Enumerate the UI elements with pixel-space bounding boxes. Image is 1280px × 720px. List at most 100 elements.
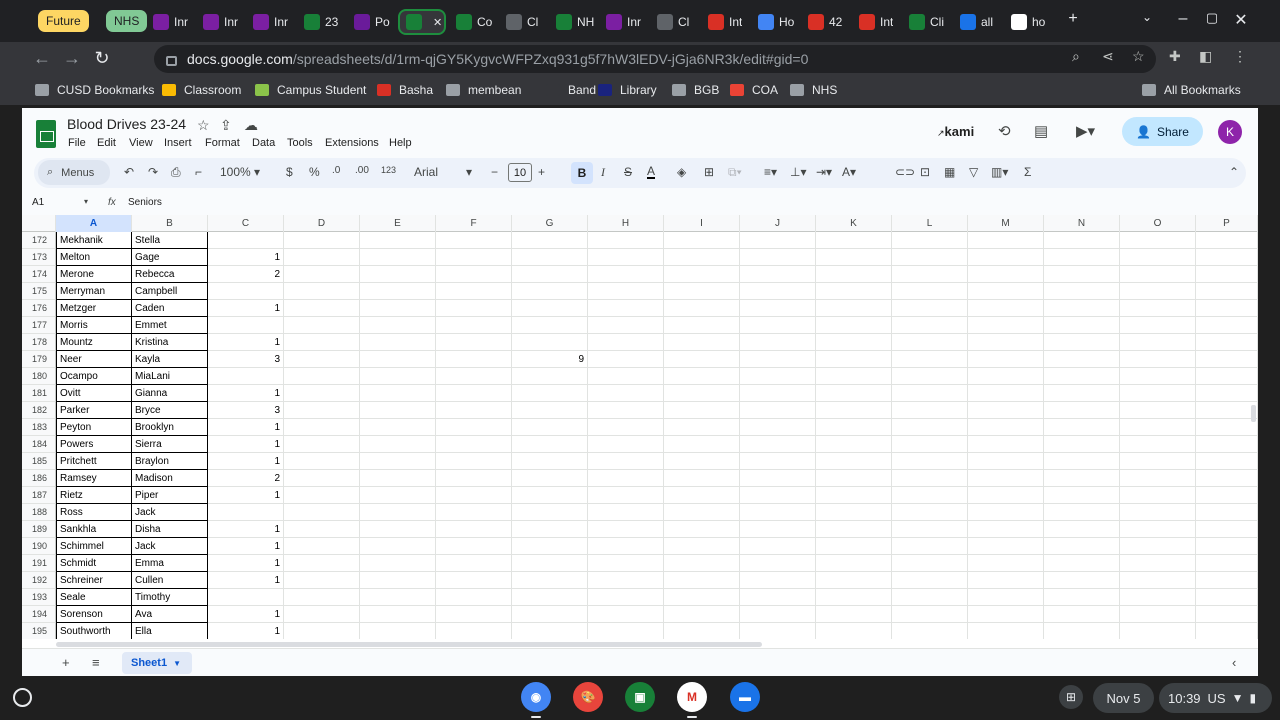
grid-cell[interactable] <box>284 470 360 487</box>
cell-first-name[interactable]: Gianna <box>132 385 208 402</box>
grid-cell[interactable] <box>1044 283 1120 300</box>
grid-cell[interactable] <box>436 623 512 639</box>
grid-cell[interactable] <box>360 300 436 317</box>
grid-cell[interactable] <box>284 521 360 538</box>
grid-cell[interactable] <box>816 623 892 639</box>
grid-cell[interactable] <box>588 555 664 572</box>
grid-cell[interactable] <box>1044 334 1120 351</box>
grid-cell[interactable] <box>1044 266 1120 283</box>
grid-cell[interactable] <box>740 334 816 351</box>
cell-count[interactable]: 3 <box>208 351 284 368</box>
grid-cell[interactable] <box>588 623 664 639</box>
decrease-font-size-icon[interactable]: − <box>491 165 498 179</box>
sheet-tab-sheet1[interactable]: Sheet1 ▼ <box>122 652 192 674</box>
row-header[interactable]: 190 <box>22 538 56 555</box>
grid-cell[interactable] <box>360 368 436 385</box>
grid-cell[interactable] <box>740 232 816 249</box>
grid-cell[interactable] <box>968 521 1044 538</box>
cell-first-name[interactable]: Madison <box>132 470 208 487</box>
grid-cell[interactable] <box>360 249 436 266</box>
grid-cell[interactable] <box>1044 572 1120 589</box>
gmail-app-icon[interactable]: M <box>677 682 707 712</box>
canvas-icon[interactable]: 🎨 <box>573 682 603 712</box>
cell-count[interactable]: 1 <box>208 572 284 589</box>
cell-last-name[interactable]: Sorenson <box>56 606 132 623</box>
grid-cell[interactable] <box>968 385 1044 402</box>
grid-cell[interactable] <box>1196 402 1258 419</box>
grid-cell[interactable] <box>1120 351 1196 368</box>
grid-cell[interactable] <box>1120 232 1196 249</box>
status-tray[interactable]: 10:39 US ▼ ▮ <box>1159 683 1272 713</box>
close-window-icon[interactable]: ✕ <box>1230 10 1252 30</box>
kami-button[interactable]: ↗kami <box>937 124 974 139</box>
grid-cell[interactable] <box>436 402 512 419</box>
row-header[interactable]: 188 <box>22 504 56 521</box>
cell-first-name[interactable]: Braylon <box>132 453 208 470</box>
redo-icon[interactable]: ↷ <box>148 165 158 179</box>
grid-cell[interactable] <box>512 589 588 606</box>
column-header[interactable]: C <box>208 215 284 232</box>
spreadsheet-grid[interactable]: ABCDEFGHIJKLMNOP 172 Mekhanik Stella 173 Mel… <box>22 215 1258 639</box>
cell-last-name[interactable]: Ovitt <box>56 385 132 402</box>
grid-cell[interactable] <box>1120 249 1196 266</box>
grid-cell[interactable] <box>1044 317 1120 334</box>
name-box[interactable]: A1 <box>32 197 44 208</box>
browser-tab[interactable]: Co <box>450 9 498 35</box>
grid-cell[interactable] <box>360 402 436 419</box>
grid-cell[interactable] <box>664 419 740 436</box>
grid-cell[interactable] <box>436 283 512 300</box>
grid-cell[interactable] <box>436 606 512 623</box>
grid-cell[interactable] <box>512 572 588 589</box>
grid-cell[interactable] <box>816 589 892 606</box>
grid-cell[interactable] <box>892 521 968 538</box>
grid-cell[interactable] <box>740 283 816 300</box>
grid-cell[interactable] <box>1044 368 1120 385</box>
bookmark-item[interactable]: COA <box>730 83 778 97</box>
minimize-window-icon[interactable]: – <box>1172 10 1194 28</box>
menu-item[interactable]: Edit <box>97 137 116 149</box>
grid-cell[interactable] <box>588 385 664 402</box>
currency-format-button[interactable]: $ <box>286 165 293 179</box>
grid-cell[interactable] <box>1120 487 1196 504</box>
browser-tab[interactable]: Cl <box>651 9 699 35</box>
grid-cell[interactable] <box>360 334 436 351</box>
grid-cell[interactable] <box>284 589 360 606</box>
grid-cell[interactable] <box>1196 419 1258 436</box>
grid-cell[interactable] <box>1196 453 1258 470</box>
grid-cell[interactable] <box>1120 572 1196 589</box>
menu-item[interactable]: Data <box>252 137 275 149</box>
grid-cell[interactable] <box>1196 589 1258 606</box>
cell-first-name[interactable]: Emmet <box>132 317 208 334</box>
grid-cell[interactable] <box>892 538 968 555</box>
holding-space-icon[interactable]: ⊞ <box>1059 685 1083 709</box>
column-header[interactable]: L <box>892 215 968 232</box>
grid-cell[interactable] <box>968 249 1044 266</box>
grid-cell[interactable] <box>436 572 512 589</box>
grid-cell[interactable] <box>1120 453 1196 470</box>
grid-cell[interactable] <box>816 283 892 300</box>
cell-first-name[interactable]: Rebecca <box>132 266 208 283</box>
grid-cell[interactable] <box>1120 266 1196 283</box>
grid-cell[interactable] <box>968 300 1044 317</box>
row-header[interactable]: 175 <box>22 283 56 300</box>
grid-cell[interactable] <box>436 538 512 555</box>
grid-cell[interactable] <box>588 283 664 300</box>
cell-last-name[interactable]: Merone <box>56 266 132 283</box>
grid-cell[interactable] <box>664 453 740 470</box>
account-avatar[interactable]: K <box>1218 120 1242 144</box>
meet-icon[interactable]: ▶▾ <box>1076 122 1095 140</box>
grid-cell[interactable] <box>740 589 816 606</box>
grid-cell[interactable] <box>284 385 360 402</box>
cell-last-name[interactable]: Mountz <box>56 334 132 351</box>
decrease-decimal-button[interactable]: .0 <box>332 165 340 176</box>
column-header[interactable]: I <box>664 215 740 232</box>
cell-last-name[interactable]: Peyton <box>56 419 132 436</box>
grid-cell[interactable] <box>968 504 1044 521</box>
column-header[interactable]: K <box>816 215 892 232</box>
grid-cell[interactable] <box>968 266 1044 283</box>
tab-group-nhs[interactable]: NHS <box>106 10 148 32</box>
column-header[interactable]: P <box>1196 215 1258 232</box>
grid-cell[interactable] <box>360 283 436 300</box>
grid-cell[interactable] <box>740 453 816 470</box>
grid-cell[interactable] <box>1196 504 1258 521</box>
